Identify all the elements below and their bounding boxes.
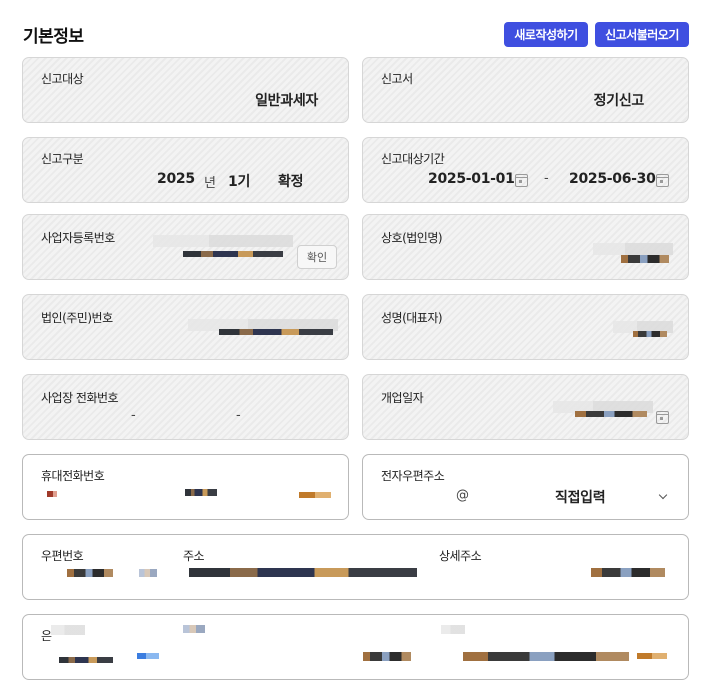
calendar-icon[interactable] [515, 174, 528, 187]
address-field[interactable]: 우편번호 주소 상세주소 [22, 534, 689, 600]
email-field[interactable]: 전자우편주소 @ 직접입력 [362, 454, 689, 520]
report-year-value: 2025 [157, 171, 195, 187]
phone-separator: - [236, 408, 241, 423]
report-type-field: 신고서 정기신고 [362, 57, 689, 123]
section-title: 기본정보 [23, 27, 84, 47]
chevron-down-icon[interactable] [658, 490, 668, 500]
load-report-button[interactable]: 신고서불러오기 [595, 22, 689, 47]
company-name-label: 상호(법인명) [381, 231, 443, 245]
report-target-label: 신고대상 [41, 72, 84, 86]
email-domain-select[interactable]: 직접입력 [555, 487, 606, 507]
redacted-value [51, 625, 85, 635]
redacted-value[interactable] [637, 653, 667, 659]
zip-label: 우편번호 [41, 549, 84, 563]
business-reg-no-label: 사업자등록번호 [41, 231, 115, 245]
bank-label: 은 [41, 629, 52, 643]
redacted-value [441, 625, 465, 634]
report-target-value: 일반과세자 [255, 93, 318, 109]
redacted-value [593, 243, 673, 255]
confirm-button[interactable]: 확인 [297, 245, 337, 269]
report-type-label: 신고서 [381, 72, 413, 86]
redacted-value [621, 255, 669, 263]
period-start-value: 2025-01-01 [428, 171, 515, 187]
calendar-icon[interactable] [656, 174, 669, 187]
new-report-button[interactable]: 새로작성하기 [504, 22, 588, 47]
period-separator: - [544, 171, 549, 186]
report-class-label: 신고구분 [41, 152, 84, 166]
redacted-value[interactable] [189, 568, 417, 577]
corp-reg-no-label: 법인(주민)번호 [41, 311, 113, 325]
redacted-value[interactable] [591, 568, 665, 577]
email-label: 전자우편주소 [381, 469, 445, 483]
redacted-value[interactable] [47, 491, 57, 497]
business-reg-no-field: 사업자등록번호 확인 [22, 214, 349, 280]
calendar-icon[interactable] [656, 411, 669, 424]
redacted-value[interactable] [67, 569, 113, 577]
opening-date-field: 개업일자 [362, 374, 689, 440]
opening-date-label: 개업일자 [381, 391, 424, 405]
representative-field: 성명(대표자) [362, 294, 689, 360]
redacted-value [219, 329, 333, 335]
period-end-value: 2025-06-30 [569, 171, 656, 187]
detail-address-label: 상세주소 [439, 549, 482, 563]
mobile-label: 휴대전화번호 [41, 469, 105, 483]
corp-reg-no-field: 법인(주민)번호 [22, 294, 349, 360]
business-phone-field: 사업장 전화번호 - - [22, 374, 349, 440]
company-name-field: 상호(법인명) [362, 214, 689, 280]
bank-field[interactable]: 은 [22, 614, 689, 680]
report-period-field: 신고대상기간 2025-01-01 - 2025-06-30 [362, 137, 689, 203]
mobile-field[interactable]: 휴대전화번호 [22, 454, 349, 520]
redacted-value [633, 331, 667, 337]
report-period-label: 신고대상기간 [381, 152, 445, 166]
report-year-unit: 년 [204, 176, 216, 191]
report-type-value: 정기신고 [593, 93, 645, 109]
redacted-value [575, 411, 647, 417]
report-class-field: 신고구분 2025 년 1기 확정 [22, 137, 349, 203]
redacted-value [153, 235, 293, 247]
redacted-value[interactable] [137, 653, 159, 659]
redacted-value [183, 251, 283, 257]
representative-label: 성명(대표자) [381, 311, 443, 325]
redacted-value[interactable] [463, 652, 629, 661]
redacted-value[interactable] [363, 652, 411, 661]
report-target-field: 신고대상 일반과세자 [22, 57, 349, 123]
address-label: 주소 [183, 549, 205, 563]
redacted-value[interactable] [59, 657, 113, 663]
redacted-value [183, 625, 205, 633]
redacted-value[interactable] [185, 489, 217, 496]
redacted-value[interactable] [299, 492, 331, 498]
redacted-value[interactable] [139, 569, 157, 577]
report-term-value: 1기 [228, 174, 251, 190]
phone-separator: - [131, 408, 136, 423]
business-phone-label: 사업장 전화번호 [41, 391, 119, 405]
report-kind-value: 확정 [278, 174, 304, 190]
email-at-sign: @ [456, 488, 469, 503]
